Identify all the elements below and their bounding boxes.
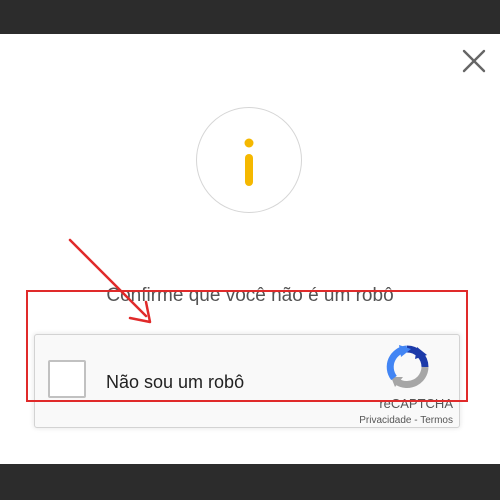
backdrop-bottom — [0, 464, 500, 500]
red-arrow-icon — [68, 238, 152, 324]
